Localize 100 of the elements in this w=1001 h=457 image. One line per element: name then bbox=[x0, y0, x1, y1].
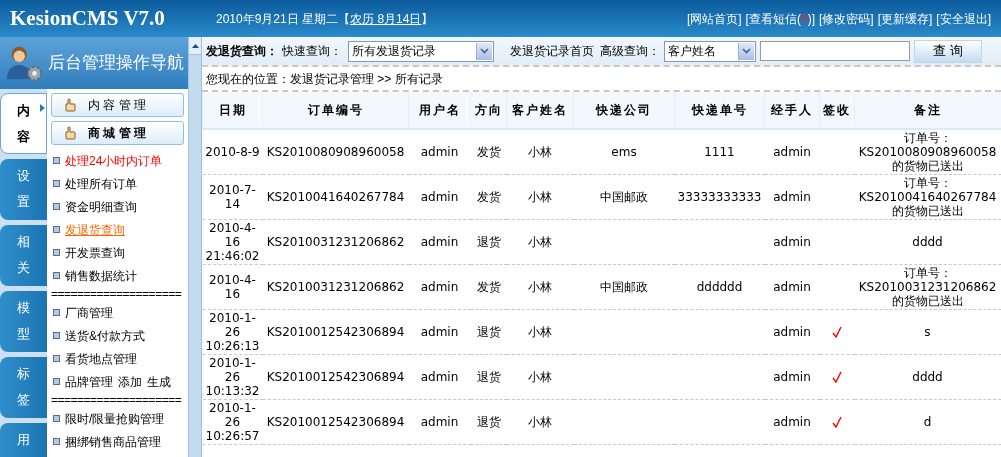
table-cell: d bbox=[923, 414, 932, 429]
menu-link[interactable]: 处理所有订单 bbox=[65, 174, 137, 193]
bullet-icon bbox=[53, 378, 60, 385]
table-cell: admin bbox=[773, 279, 811, 294]
table-cell: 订单号： KS2010031231206862 的货物已送出 bbox=[858, 265, 997, 308]
menu-link[interactable]: 品牌管理 bbox=[65, 372, 113, 391]
lunar-date-link[interactable]: 农历 8月14日 bbox=[350, 9, 422, 28]
bullet-icon bbox=[53, 438, 60, 445]
table-cell: 2010-7-14 bbox=[209, 182, 256, 211]
menu-link[interactable]: 生成 bbox=[147, 372, 171, 391]
header-link[interactable]: [安全退出] bbox=[936, 9, 991, 28]
menu-link[interactable]: 厂商管理 bbox=[65, 303, 113, 322]
menu-link[interactable]: 送货&付款方式 bbox=[65, 326, 145, 345]
column-header: 订单编号 bbox=[262, 92, 409, 129]
table-cell: 发货 bbox=[476, 279, 501, 294]
bullet-icon bbox=[53, 355, 60, 362]
menu-section-button[interactable]: 商 城 管 理 bbox=[51, 121, 184, 145]
header-link[interactable]: [修改密码] bbox=[819, 9, 874, 28]
bullet-icon bbox=[53, 249, 60, 256]
search-input-field[interactable] bbox=[760, 41, 910, 61]
column-header: 快递公司 bbox=[573, 92, 675, 129]
advanced-search-label: 高级查询： bbox=[600, 43, 660, 60]
table-cell: 小林 bbox=[528, 279, 552, 294]
table-cell: admin bbox=[420, 234, 459, 249]
header-link[interactable]: [查看短信(0)] bbox=[745, 9, 815, 28]
table-cell: 1111 bbox=[704, 144, 735, 159]
column-header: 经手人 bbox=[764, 92, 820, 129]
table-cell: admin bbox=[420, 279, 459, 294]
table-cell: admin bbox=[420, 414, 459, 429]
table-cell: 小林 bbox=[528, 414, 552, 429]
table-cell: 中国邮政 bbox=[600, 279, 648, 294]
table-cell: admin bbox=[773, 414, 811, 429]
hand-icon bbox=[64, 98, 76, 112]
table-cell: admin bbox=[773, 324, 811, 339]
bullet-icon bbox=[53, 332, 60, 339]
table-cell: 订单号： KS2010080908960058 的货物已送出 bbox=[858, 130, 997, 173]
bullet-icon bbox=[53, 203, 60, 210]
menu-link[interactable]: 资金明细查询 bbox=[65, 197, 137, 216]
column-header: 备注 bbox=[854, 92, 1001, 129]
table-cell: admin bbox=[420, 369, 459, 384]
bullet-icon bbox=[53, 272, 60, 279]
menu-link[interactable]: 限时/限量抢购管理 bbox=[65, 409, 165, 428]
nav-tab[interactable]: 用 bbox=[0, 423, 47, 457]
nav-tab[interactable]: 设置 bbox=[0, 159, 47, 220]
date-text: 2010年9月21日 星期二【 bbox=[216, 10, 351, 28]
advanced-search-select[interactable]: 客户姓名 bbox=[664, 40, 756, 62]
nav-tab[interactable]: 内容 bbox=[0, 93, 47, 154]
scrollbar[interactable] bbox=[188, 37, 201, 457]
table-cell: KS2010041640267784 bbox=[266, 189, 405, 204]
table-cell: 订单号： KS2010041640267784 的货物已送出 bbox=[858, 175, 997, 218]
nav-tab[interactable]: 标签 bbox=[0, 357, 47, 418]
records-home-link[interactable]: 发退货记录首页 bbox=[510, 42, 594, 60]
table-cell: 33333333333 bbox=[677, 189, 762, 204]
quick-search-label: 快速查询： bbox=[282, 43, 342, 60]
table-cell: KS2010012542306894 bbox=[266, 369, 405, 384]
table-cell: KS2010012542306894 bbox=[266, 414, 405, 429]
table-cell: admin bbox=[773, 369, 811, 384]
table-cell: 中国邮政 bbox=[600, 189, 648, 204]
menu-link[interactable]: 处理24小时内订单 bbox=[65, 151, 163, 170]
table-cell: s bbox=[924, 324, 931, 339]
column-header: 方向 bbox=[470, 92, 507, 129]
toolbar-title: 发退货查询： bbox=[206, 43, 278, 60]
table-cell: ems bbox=[611, 144, 637, 159]
logo: KesionCMS V7.0 bbox=[10, 4, 166, 32]
table-cell: admin bbox=[773, 144, 811, 159]
menu-link[interactable]: 捆绑销售商品管理 bbox=[65, 432, 161, 451]
column-header: 客户姓名 bbox=[506, 92, 574, 129]
menu-link[interactable]: 销售数据统计 bbox=[65, 266, 137, 285]
table-cell: 小林 bbox=[528, 369, 552, 384]
table-cell: 2010-8-9 bbox=[205, 144, 260, 159]
quick-search-select[interactable]: 所有发退货记录 bbox=[348, 40, 494, 62]
table-cell: dddd bbox=[912, 234, 943, 249]
menu-link[interactable]: 看货地点管理 bbox=[65, 349, 137, 368]
table-cell: 2010-1-26 10:26:13 bbox=[205, 310, 260, 353]
header-link[interactable]: [更新缓存] bbox=[877, 9, 933, 28]
menu-link[interactable]: 添加 bbox=[118, 372, 142, 391]
table-cell: 退货 bbox=[476, 414, 501, 429]
table-cell: 2010-1-26 10:13:32 bbox=[205, 355, 260, 398]
column-header: 日期 bbox=[202, 92, 263, 129]
bullet-icon bbox=[53, 309, 60, 316]
table-cell: 退货 bbox=[476, 324, 501, 339]
column-header: 用户名 bbox=[408, 92, 471, 129]
table-cell: 2010-4-16 21:46:02 bbox=[205, 220, 260, 263]
bullet-icon bbox=[53, 157, 60, 164]
scroll-up-arrow-icon[interactable] bbox=[191, 43, 199, 48]
table-cell: 小林 bbox=[528, 234, 552, 249]
column-header: 快递单号 bbox=[674, 92, 765, 129]
menu-section-button[interactable]: 内 容 管 理 bbox=[51, 93, 184, 117]
caret-icon bbox=[40, 104, 45, 112]
table-cell: admin bbox=[773, 189, 811, 204]
search-button[interactable]: 查 询 bbox=[914, 39, 982, 63]
header-link[interactable]: [网站首页] bbox=[686, 9, 742, 28]
bullet-icon bbox=[53, 180, 60, 187]
menu-link[interactable]: 开发票查询 bbox=[65, 243, 125, 262]
table-cell: 发货 bbox=[476, 144, 501, 159]
table-cell: KS2010031231206862 bbox=[266, 279, 405, 294]
nav-tab[interactable]: 模型 bbox=[0, 291, 47, 352]
nav-tab[interactable]: 相关 bbox=[0, 225, 47, 286]
table-cell: 2010-1-26 10:26:57 bbox=[205, 400, 260, 443]
table-cell: 退货 bbox=[476, 234, 501, 249]
